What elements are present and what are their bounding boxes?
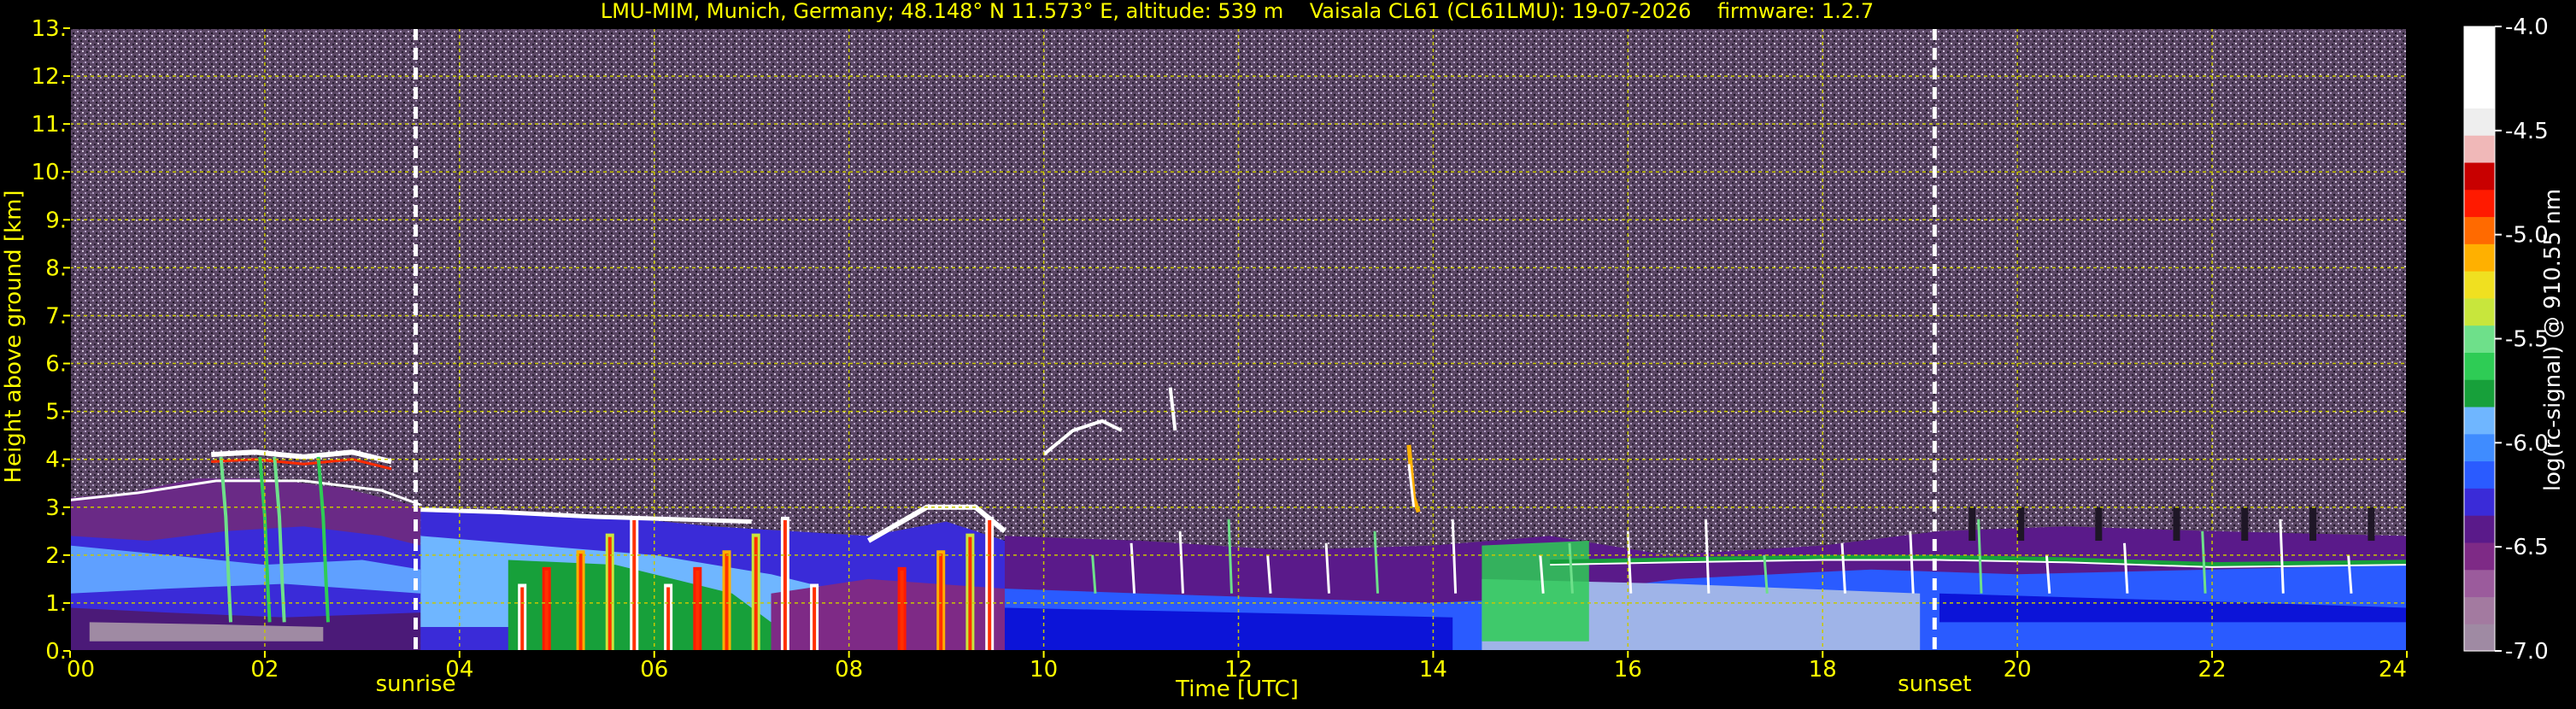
colorbar [2463,26,2496,652]
evening-gap [1969,507,1976,542]
chart-svg: 0.1.2.3.4.5.6.7.8.9.10.11.12.13. 00 02 04 0… [0,0,2576,706]
colorbar-segment [2464,108,2495,136]
colorbar-segment [2464,460,2495,489]
cloud-streak-core [544,570,549,651]
cloud-streak-core [578,554,583,651]
evening-gap [2309,507,2317,542]
evening-gap [2241,507,2249,542]
colorbar-segment [2464,515,2495,543]
chart-title: LMU-MIM, Munich, Germany; 48.148° N 11.5… [601,0,1874,23]
x-tick-label: 08 [835,657,863,683]
colorbar-segment [2464,53,2495,82]
colorbar-segment [2464,189,2495,218]
colorbar-segment [2464,26,2495,55]
x-tick-label: 22 [2198,657,2227,683]
colorbar-segment [2464,243,2495,272]
y-tick-label: 11. [32,112,67,138]
y-tick-label: 5. [45,400,67,425]
evening-gap [2173,507,2180,542]
colorbar-segment [2464,624,2495,652]
colorbar-tick-label: -6.5 [2505,535,2549,560]
colorbar-segment [2464,406,2495,435]
evening-gap [2095,507,2103,542]
colorbar-segment [2464,596,2495,624]
y-tick-label: 6. [45,352,67,378]
x-tick-label: 14 [1419,657,1447,683]
cloud-streak-core [939,554,943,651]
colorbar-segment [2464,297,2495,326]
plot-area [69,27,2408,652]
colorbar-segment [2464,80,2495,108]
cloud-streak-core [520,587,525,651]
y-tick-label: 7. [45,303,67,329]
sunrise-label: sunrise [376,671,456,697]
colorbar-tick-label: -4.0 [2505,15,2549,40]
y-tick-label: 10. [32,160,67,185]
colorbar-segment [2464,271,2495,299]
cloud-streak-core [813,587,817,651]
colorbar-segment [2464,542,2495,571]
colorbar-segment [2464,135,2495,163]
x-tick-label: 20 [2004,657,2032,683]
cloud-streak-core [900,570,904,651]
evening-gap [2017,507,2025,542]
colorbar-label: log(rc-signal) @ 910.55 nm [2540,189,2566,491]
cloud-streak-core [988,519,992,651]
colorbar-segment [2464,216,2495,244]
x-tick-label: 02 [250,657,279,683]
colorbar-segment [2464,325,2495,353]
cloud-streak-core [725,554,729,651]
x-tick-label: 06 [640,657,668,683]
cloud-streak-core [754,536,758,651]
colorbar-segment [2464,161,2495,190]
y-tick-label: 9. [45,208,67,233]
cloud-streak-core [607,536,612,651]
y-tick-label: 12. [32,64,67,90]
sunset-label: sunset [1898,671,1971,697]
y-axis-label: Height above ground [km] [1,190,26,483]
cloud-streak-core [695,570,700,651]
colorbar-segment [2464,433,2495,462]
colorbar-segment [2464,352,2495,380]
y-tick-label: 0. [45,639,67,665]
evening-gap [2368,507,2375,542]
y-tick-label: 13. [32,16,67,42]
colorbar-tick-label: -7.0 [2505,639,2549,665]
colorbar-segment [2464,569,2495,598]
cloud-streak-core [666,587,671,651]
y-tick-label: 1. [45,591,67,617]
cloud-streak-core [783,519,787,651]
y-tick-label: 2. [45,543,67,569]
ceilometer-chart: 0. 1. 2. 3. 4. 5. 6. 7. 8. 9. 10. 11. 12. 13. 00 02 04 0… [0,0,2576,706]
y-tick-label: 4. [45,448,67,473]
y-tick-label: 8. [45,255,67,281]
colorbar-segment [2464,488,2495,516]
x-tick-label: 00 [67,657,95,683]
cloud-streak-core [968,536,972,651]
y-tick-label: 3. [45,495,67,521]
x-tick-label: 10 [1030,657,1058,683]
x-tick-label: 16 [1614,657,1642,683]
x-tick-label: 18 [1809,657,1837,683]
colorbar-segment [2464,379,2495,407]
cloud-streak-core [632,519,637,651]
x-tick-label: 24 [2379,657,2407,683]
colorbar-tick-label: -4.5 [2505,119,2549,144]
x-axis-label: Time [UTC] [1175,677,1299,702]
